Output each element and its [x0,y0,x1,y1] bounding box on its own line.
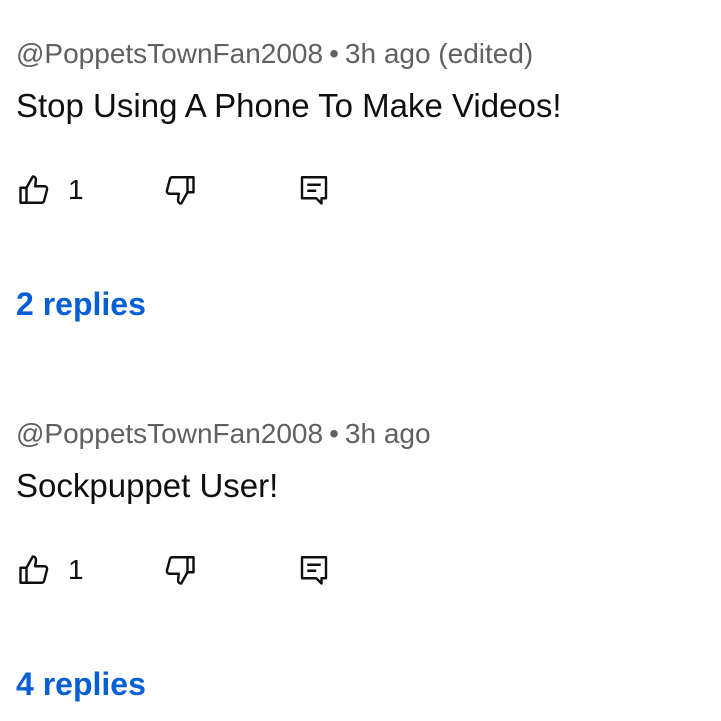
dislike-button[interactable] [162,550,198,590]
meta-separator: • [329,38,339,69]
view-replies-link[interactable]: 2 replies [16,285,146,323]
meta-separator: • [329,418,339,449]
thumbs-up-icon [16,552,52,588]
comment-text: Sockpuppet User! [16,467,279,504]
like-button[interactable]: 1 [16,550,84,590]
like-count: 1 [68,554,84,585]
comment-author[interactable]: @PoppetsTownFan2008 [16,418,323,449]
comment-author[interactable]: @PoppetsTownFan2008 [16,38,323,69]
comment-header: @PoppetsTownFan2008 • 3h ago [16,418,431,450]
comment-header: @PoppetsTownFan2008 • 3h ago (edited) [16,38,533,70]
reply-icon [296,172,332,208]
view-replies-link[interactable]: 4 replies [16,665,146,703]
like-button[interactable]: 1 [16,170,84,210]
comment-timestamp: 3h ago [344,418,431,449]
comment-text: Stop Using A Phone To Make Videos! [16,87,562,124]
comment-actions: 1 [16,550,416,590]
reply-button[interactable] [296,170,332,210]
comment-timestamp: 3h ago (edited) [344,38,534,69]
thumbs-down-icon [162,172,198,208]
comment-actions: 1 [16,170,416,210]
thumbs-down-icon [162,552,198,588]
dislike-button[interactable] [162,170,198,210]
reply-icon [296,552,332,588]
like-count: 1 [68,174,84,205]
thumbs-up-icon [16,172,52,208]
reply-button[interactable] [296,550,332,590]
